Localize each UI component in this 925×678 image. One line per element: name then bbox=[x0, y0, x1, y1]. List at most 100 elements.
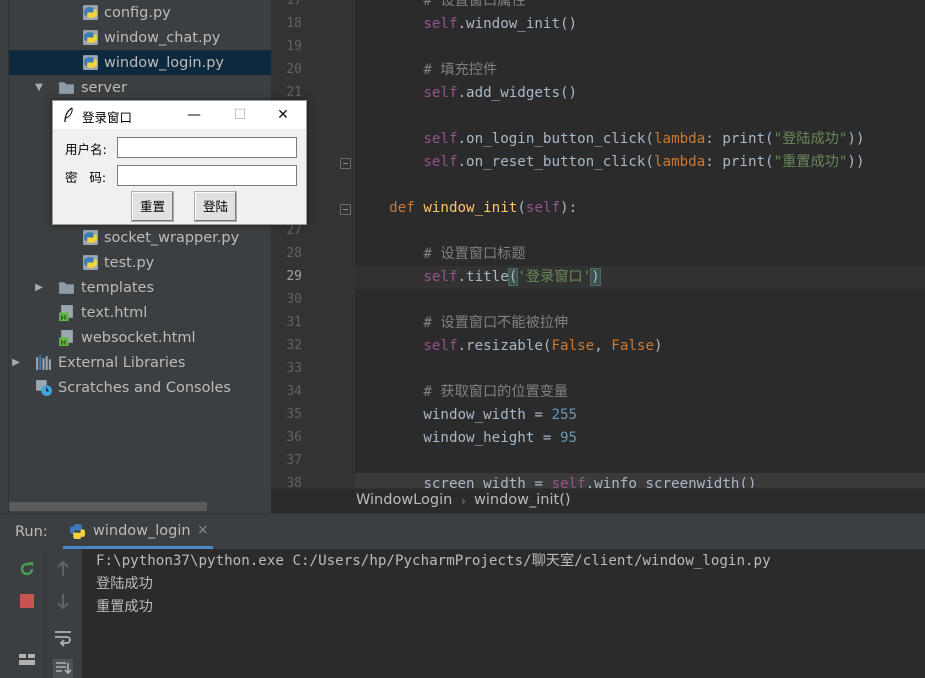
fold-marker-icon[interactable] bbox=[340, 204, 351, 215]
code-token: # 设置窗口不能被拉伸 bbox=[423, 315, 569, 331]
python-file-icon bbox=[83, 255, 98, 270]
login-window: 登录窗口 — ☐ ✕ 用户名: 密 码: 重置 登陆 bbox=[52, 100, 307, 225]
stop-icon[interactable] bbox=[17, 591, 37, 611]
layout-icon[interactable] bbox=[17, 649, 37, 669]
chevron-right-icon[interactable]: ▶ bbox=[10, 357, 22, 369]
tree-item-label: templates bbox=[81, 279, 155, 296]
arrow-down-icon[interactable] bbox=[53, 591, 73, 611]
code-line[interactable]: self.on_login_button_click(lambda: print… bbox=[355, 128, 925, 151]
username-input[interactable] bbox=[117, 137, 297, 158]
login-button[interactable]: 登陆 bbox=[194, 191, 237, 222]
code-line[interactable]: # 设置窗口标题 bbox=[355, 243, 925, 266]
python-file-icon bbox=[83, 5, 98, 20]
scroll-to-end-icon[interactable] bbox=[53, 659, 73, 678]
close-button[interactable]: ✕ bbox=[260, 101, 306, 129]
fold-marker-icon[interactable] bbox=[340, 158, 351, 169]
tree-item-test-py[interactable]: test.py bbox=[9, 250, 271, 275]
rerun-icon[interactable] bbox=[17, 559, 37, 579]
login-window-title: 登录窗口 bbox=[82, 110, 133, 125]
minimize-button[interactable]: — bbox=[171, 101, 217, 129]
code-token: )) bbox=[847, 131, 865, 147]
code-line[interactable]: self.title('登录窗口') bbox=[355, 266, 925, 289]
tree-item-socket-wrapper-py[interactable]: socket_wrapper.py bbox=[9, 225, 271, 250]
tree-item-config-py[interactable]: config.py bbox=[9, 0, 271, 25]
tree-item-templates-folder[interactable]: ▶ templates bbox=[9, 275, 271, 300]
reset-button[interactable]: 重置 bbox=[131, 191, 174, 222]
code-token: ( bbox=[517, 200, 526, 216]
tree-item-label: External Libraries bbox=[58, 354, 186, 371]
code-line[interactable]: def window_init(self): bbox=[355, 197, 925, 220]
python-file-icon bbox=[83, 55, 98, 70]
code-token: self bbox=[423, 269, 458, 285]
code-line[interactable]: self.window_init() bbox=[355, 13, 925, 36]
code-token: False bbox=[611, 338, 655, 354]
tree-item-websocket-html[interactable]: H websocket.html bbox=[9, 325, 271, 350]
tree-item-scratches-and-consoles[interactable]: Scratches and Consoles bbox=[9, 375, 271, 400]
code-token: .window_init() bbox=[457, 16, 578, 32]
code-token: .resizable( bbox=[457, 338, 552, 354]
tree-horizontal-scrollbar[interactable] bbox=[9, 502, 207, 511]
code-token: def bbox=[389, 200, 424, 216]
close-icon[interactable]: × bbox=[197, 522, 209, 538]
login-window-titlebar[interactable]: 登录窗口 — ☐ ✕ bbox=[53, 101, 306, 129]
tree-item-window-login-py[interactable]: window_login.py bbox=[9, 50, 271, 75]
code-token: 95 bbox=[560, 430, 578, 446]
tree-item-external-libraries[interactable]: ▶ External Libraries bbox=[9, 350, 271, 375]
code-token: '登录窗口' bbox=[517, 269, 592, 285]
breadcrumb-item-method[interactable]: window_init() bbox=[474, 492, 571, 508]
code-line[interactable]: # 填充控件 bbox=[355, 59, 925, 82]
code-line[interactable]: self.on_reset_button_click(lambda: print… bbox=[355, 151, 925, 174]
code-line[interactable] bbox=[355, 174, 925, 197]
code-line[interactable]: # 获取窗口的位置变量 bbox=[355, 381, 925, 404]
code-line[interactable]: self.add_widgets() bbox=[355, 82, 925, 105]
tree-item-label: websocket.html bbox=[81, 329, 196, 346]
code-token: .title bbox=[457, 269, 509, 285]
code-line[interactable]: window_width = 255 bbox=[355, 404, 925, 427]
console-output[interactable]: F:\python37\python.exe C:/Users/hp/Pycha… bbox=[82, 549, 925, 678]
breadcrumb-item-class[interactable]: WindowLogin bbox=[356, 492, 452, 508]
code-token: )) bbox=[847, 154, 865, 170]
tree-item-server-folder[interactable]: ▼ server bbox=[9, 75, 271, 100]
breadcrumb-separator: › bbox=[461, 494, 466, 508]
code-token: ) bbox=[654, 338, 663, 354]
code-line[interactable] bbox=[355, 220, 925, 243]
code-token: "登陆成功" bbox=[773, 131, 848, 147]
chevron-right-icon[interactable]: ▶ bbox=[33, 282, 45, 294]
code-token: False bbox=[551, 338, 595, 354]
tree-item-window-chat-py[interactable]: window_chat.py bbox=[9, 25, 271, 50]
code-line[interactable] bbox=[355, 450, 925, 473]
tree-item-text-html[interactable]: H text.html bbox=[9, 300, 271, 325]
html-file-icon: H bbox=[59, 305, 73, 321]
run-toolbar-separator bbox=[44, 551, 45, 678]
code-line[interactable] bbox=[355, 36, 925, 59]
folder-icon bbox=[59, 82, 74, 94]
code-line[interactable]: # 设置窗口属性 bbox=[355, 0, 925, 13]
code-token: .on_reset_button_click( bbox=[457, 154, 654, 170]
code-line[interactable] bbox=[355, 358, 925, 381]
chevron-down-icon[interactable]: ▼ bbox=[33, 82, 45, 94]
tree-item-label: Scratches and Consoles bbox=[58, 379, 231, 396]
arrow-up-icon[interactable] bbox=[53, 559, 73, 579]
code-token: .winfo_screenwidth() bbox=[585, 476, 757, 488]
feather-icon bbox=[64, 107, 73, 123]
code-line[interactable] bbox=[355, 289, 925, 312]
line-number: 29 bbox=[286, 269, 302, 284]
code-token: 255 bbox=[551, 407, 578, 423]
code-line[interactable]: # 设置窗口不能被拉伸 bbox=[355, 312, 925, 335]
code-line[interactable]: screen_width = self.winfo_screenwidth() bbox=[355, 473, 925, 488]
code-editor[interactable]: # 设置窗口属性 self.window_init() # 填充控件 self.… bbox=[355, 0, 925, 488]
line-number: 36 bbox=[286, 430, 302, 445]
code-line[interactable]: window_height = 95 bbox=[355, 427, 925, 450]
console-line-output: 重置成功 bbox=[96, 599, 153, 615]
code-line[interactable]: self.resizable(False, False) bbox=[355, 335, 925, 358]
run-panel: Run: window_login × F:\python37\python.e… bbox=[0, 513, 925, 678]
soft-wrap-icon[interactable] bbox=[53, 627, 73, 647]
password-input[interactable] bbox=[117, 165, 297, 186]
run-tab-window-login[interactable]: window_login × bbox=[63, 518, 213, 549]
code-line[interactable] bbox=[355, 105, 925, 128]
line-number: 20 bbox=[286, 62, 302, 77]
